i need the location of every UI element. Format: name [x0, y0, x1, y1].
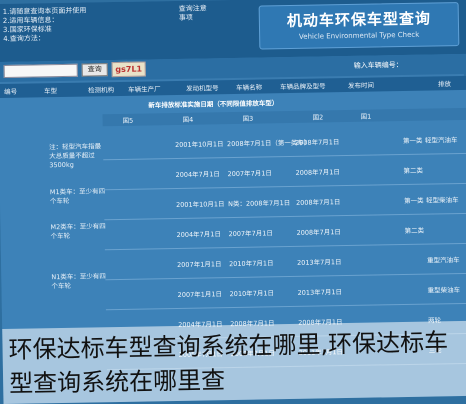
- column-header: 车辆生产厂: [127, 85, 161, 94]
- table-cell: 2008年7月1日: [295, 198, 341, 207]
- table-cell: 2001年10月1日: [174, 140, 224, 150]
- footnote: 注：轻型汽车指最大总质量不超过3500kg: [48, 142, 102, 170]
- column-header: 检测机构: [87, 86, 115, 95]
- footnote: M2类车：至少有四个车轮: [50, 222, 106, 241]
- standard-header: 国4: [182, 115, 194, 124]
- table-cell: 2007年1月1日: [177, 260, 222, 269]
- row-divider: [103, 182, 466, 191]
- table-cell: 2010年7月1日: [229, 259, 274, 269]
- table-cell: 2001年10月1日: [176, 200, 225, 209]
- notice-line: 4.查询方法：: [3, 34, 45, 43]
- table-cell: 2007年1月1日: [177, 290, 223, 299]
- banner-title: 机动车环保车型查询: [286, 9, 432, 31]
- standard-header: 国3: [242, 114, 254, 123]
- row-divider: [105, 302, 466, 311]
- table-cell: 2008年7月1日: [296, 228, 341, 237]
- footnote: M1类车：至少有四个车轮: [49, 187, 106, 206]
- table-cell: 第一类: [402, 136, 423, 146]
- column-header: 车辆品牌及型号: [279, 82, 326, 92]
- screenshot-frame: 1.请随意查询本页面并使用 2.适用车辆信息： 3.国家环保标准 4.查询方法：…: [0, 0, 466, 404]
- search-button[interactable]: 查询: [81, 63, 108, 77]
- table-cell: 轻型汽油车: [424, 136, 458, 145]
- column-header: 编号: [4, 87, 18, 96]
- captcha-image: gs7L1: [111, 61, 146, 78]
- standard-header: 国5: [122, 116, 134, 125]
- row-divider: [104, 242, 466, 251]
- column-header: 车辆名称: [235, 83, 263, 92]
- standard-header-row: 国5 国4 国3 国2 国1: [102, 107, 466, 127]
- search-input[interactable]: [3, 63, 78, 78]
- caption-text: 环保达标车型查询系统在哪里,环保达标车型查询系统在哪里查: [8, 328, 449, 398]
- table-cell: 第二类: [404, 226, 425, 236]
- table-cell: 2007年7月1日: [227, 169, 272, 179]
- table-cell: 2004年7月1日: [175, 170, 220, 179]
- table-cell: 2004年7月1日: [176, 230, 221, 239]
- section-title: 新车排放标准实施日期（不同限值排放车型）: [148, 99, 279, 110]
- column-header: 排放: [437, 80, 452, 89]
- standard-header: 国2: [312, 113, 324, 122]
- notice-list: 1.请随意查询本页面并使用 2.适用车辆信息： 3.国家环保标准 4.查询方法：: [3, 5, 174, 44]
- standard-header: 国1: [360, 112, 372, 121]
- row-divider: [105, 272, 466, 281]
- page-header: 1.请随意查询本页面并使用 2.适用车辆信息： 3.国家环保标准 4.查询方法：…: [0, 0, 466, 63]
- title-banner: 机动车环保车型查询 Vehicle Environmental Type Che…: [258, 2, 460, 50]
- table-cell: N类：2008年7月1日: [228, 199, 291, 209]
- row-divider: [103, 152, 466, 161]
- column-header: 车型: [44, 87, 58, 96]
- vin-label: 输入车辆编号：: [353, 61, 403, 70]
- banner-subtitle: Vehicle Environmental Type Check: [298, 30, 420, 41]
- table-cell: 2008年7月1日: [295, 168, 340, 177]
- table-cell: 重型柴油车: [427, 286, 461, 295]
- table-cell: 重型汽油车: [427, 256, 460, 265]
- table-cell: 第一类: [403, 196, 424, 206]
- column-header: 发动机型号: [185, 84, 219, 93]
- table-cell: 第二类: [403, 166, 424, 176]
- table-cell: 2007年7月1日: [228, 229, 273, 239]
- row-divider: [104, 212, 466, 221]
- table-cell: 2013年7月1日: [297, 258, 342, 267]
- table-cell: 2013年7月1日: [297, 288, 343, 297]
- column-header: 发布时间: [347, 81, 375, 90]
- table-cell: 2008年7月1日: [294, 138, 340, 147]
- query-notes-label: 查询注意事项: [178, 4, 207, 22]
- table-cell: 2010年7月1日: [229, 289, 275, 299]
- table-cell: 轻型柴油车: [425, 196, 459, 205]
- footnote: N1类车：至少有四个车轮: [51, 272, 106, 291]
